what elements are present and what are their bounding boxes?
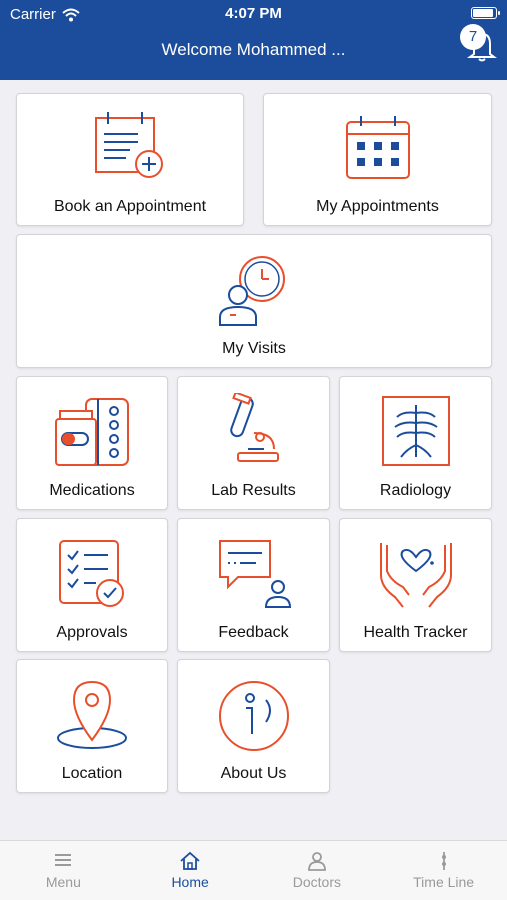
welcome-title: Welcome Mohammed ... <box>161 40 346 59</box>
home-icon <box>180 851 200 870</box>
notification-badge: 7 <box>460 24 486 50</box>
calendar-icon <box>345 116 410 179</box>
xray-icon <box>381 396 450 466</box>
battery-icon <box>471 7 500 19</box>
my-appointments-label: My Appointments <box>316 198 439 215</box>
about-us-label: About Us <box>220 765 287 782</box>
health-tracker-label: Health Tracker <box>363 624 468 641</box>
notifications-button[interactable]: 7 <box>460 24 500 64</box>
menu-icon <box>55 854 72 866</box>
timeline-icon <box>441 852 446 870</box>
chat-feedback-icon <box>218 540 291 608</box>
medications-label: Medications <box>49 482 135 499</box>
tab-doctors-label: Doctors <box>292 874 341 890</box>
my-visits-label: My Visits <box>222 340 286 357</box>
tab-timeline-label: Time Line <box>413 874 475 890</box>
book-appointment-tile[interactable]: Book an Appointment <box>16 93 244 226</box>
calendar-add-icon <box>95 112 163 178</box>
radiology-tile[interactable]: Radiology <box>339 376 492 510</box>
health-tracker-tile[interactable]: Health Tracker <box>339 518 492 652</box>
checklist-icon <box>59 540 124 607</box>
approvals-label: Approvals <box>56 624 128 641</box>
lab-results-label: Lab Results <box>211 482 296 499</box>
hands-heart-icon <box>379 543 452 608</box>
tab-menu[interactable]: Menu <box>0 841 127 900</box>
location-label: Location <box>61 765 123 782</box>
pills-icon <box>55 398 129 466</box>
my-appointments-tile[interactable]: My Appointments <box>263 93 492 226</box>
doctor-clock-icon <box>219 256 285 326</box>
app-header: Carrier 4:07 PM Welcome Mohammed ... 7 <box>0 0 507 80</box>
status-bar: Carrier 4:07 PM <box>0 0 507 28</box>
my-visits-tile[interactable]: My Visits <box>16 234 492 368</box>
map-pin-icon <box>57 680 127 749</box>
microscope-icon <box>229 393 279 462</box>
tab-menu-label: Menu <box>45 874 81 890</box>
feedback-tile[interactable]: Feedback <box>177 518 330 652</box>
medications-tile[interactable]: Medications <box>16 376 168 510</box>
info-icon <box>218 681 289 751</box>
location-tile[interactable]: Location <box>16 659 168 793</box>
book-appointment-label: Book an Appointment <box>53 198 207 215</box>
tab-doctors[interactable]: Doctors <box>254 841 381 900</box>
approvals-tile[interactable]: Approvals <box>16 518 168 652</box>
lab-results-tile[interactable]: Lab Results <box>177 376 330 510</box>
tab-bar: Menu Home Doctors Time Line <box>0 840 507 900</box>
about-us-tile[interactable]: About Us <box>177 659 330 793</box>
doctor-icon <box>307 852 326 871</box>
clock: 4:07 PM <box>225 5 282 22</box>
tab-home[interactable]: Home <box>127 841 254 900</box>
tab-home-label: Home <box>171 874 209 890</box>
feedback-label: Feedback <box>218 624 289 641</box>
tab-timeline[interactable]: Time Line <box>380 841 507 900</box>
radiology-label: Radiology <box>379 482 452 499</box>
